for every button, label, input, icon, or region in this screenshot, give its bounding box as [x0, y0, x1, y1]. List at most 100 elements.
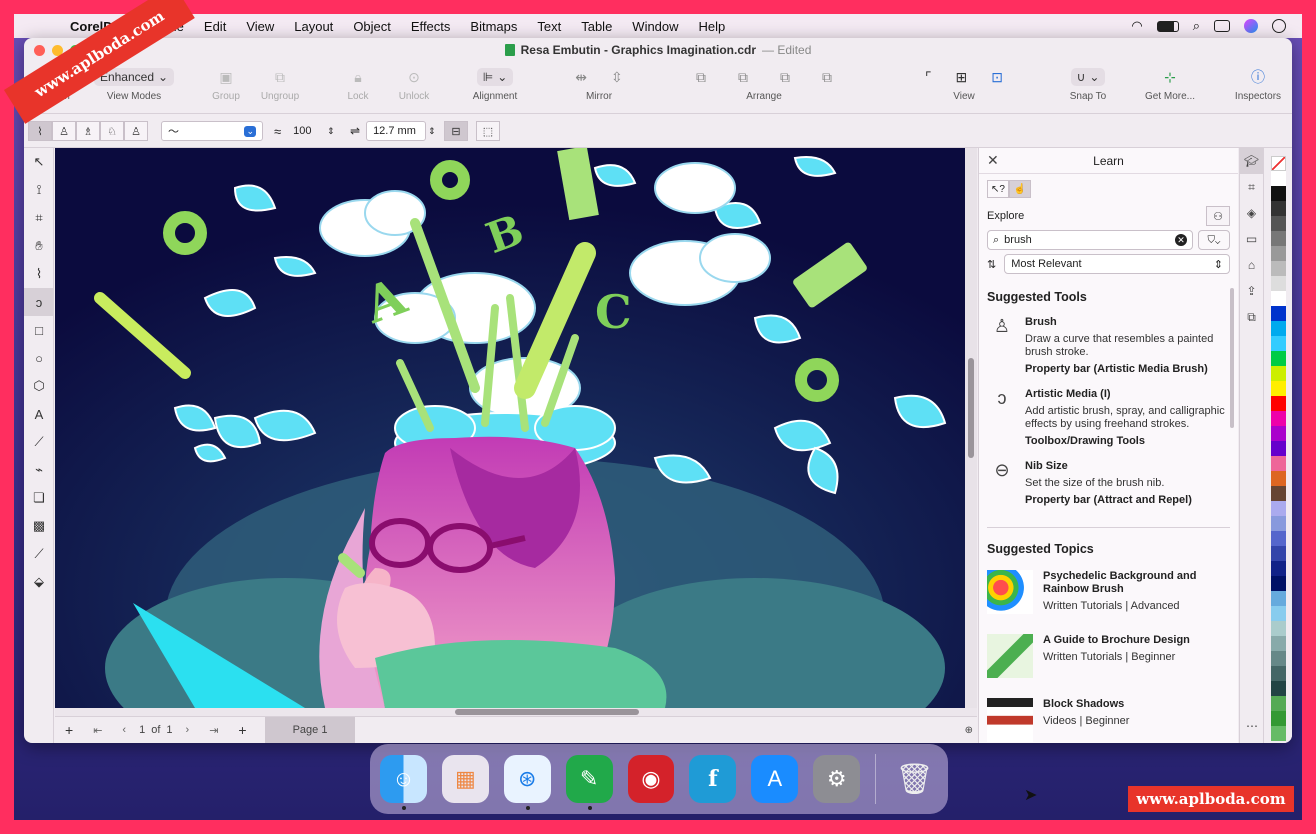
spotlight-search-icon[interactable]: ⌕ — [1193, 18, 1200, 34]
color-swatch[interactable] — [1271, 231, 1286, 246]
scale-with-object-icon[interactable]: ⊟ — [444, 121, 468, 141]
menu-text[interactable]: Text — [527, 19, 571, 34]
connector-tool-icon[interactable]: ⌁ — [24, 456, 54, 484]
color-swatch[interactable] — [1271, 681, 1286, 696]
crop-tool-icon[interactable]: ⌗ — [24, 204, 54, 232]
clock-icon[interactable] — [1272, 19, 1286, 33]
drop-shadow-tool-icon[interactable]: ❏ — [24, 484, 54, 512]
last-page-icon[interactable]: ⇥ — [199, 724, 228, 737]
nib-width-input[interactable]: 12.7 mm — [366, 121, 427, 141]
sprayer-mode-icon[interactable]: ♗ — [76, 121, 100, 141]
inspectors-button[interactable]: ⓘ Inspectors — [1230, 66, 1286, 102]
mirror-horizontal-icon[interactable]: ⇹ — [575, 69, 587, 86]
control-center-icon[interactable] — [1214, 20, 1230, 32]
color-swatch[interactable] — [1271, 456, 1286, 471]
color-swatch[interactable] — [1271, 201, 1286, 216]
smoothing-input[interactable]: 100 — [287, 121, 327, 141]
color-swatch[interactable] — [1271, 306, 1286, 321]
grid-icon[interactable]: ⊞ — [956, 69, 968, 86]
back-one-icon[interactable]: ⧉ — [780, 69, 790, 86]
comments-tab-icon[interactable]: ▭ — [1240, 226, 1263, 252]
filter-dropdown[interactable]: ⛉⌄ — [1198, 230, 1230, 250]
system-preferences-icon[interactable]: ⚙ — [813, 755, 861, 803]
color-swatch[interactable] — [1271, 576, 1286, 591]
menu-edit[interactable]: Edit — [194, 19, 236, 34]
expression-mode-icon[interactable]: ♙ — [124, 121, 148, 141]
calligraphic-mode-icon[interactable]: ♘ — [100, 121, 124, 141]
safari-icon[interactable]: ⊛ — [503, 755, 551, 810]
color-swatch[interactable] — [1271, 561, 1286, 576]
explore-mode-icon[interactable]: ☝ — [1009, 180, 1031, 198]
color-swatch[interactable] — [1271, 396, 1286, 411]
sort-select[interactable]: Most Relevant ⇕ — [1004, 254, 1230, 274]
scroll-thumb[interactable] — [968, 358, 974, 458]
color-swatch[interactable] — [1271, 606, 1286, 621]
menu-table[interactable]: Table — [571, 19, 622, 34]
color-swatch[interactable] — [1271, 246, 1286, 261]
next-page-icon[interactable]: › — [176, 724, 200, 736]
color-swatch[interactable] — [1271, 291, 1286, 306]
color-swatch[interactable] — [1271, 336, 1286, 351]
layers-tab-icon[interactable]: ◈ — [1240, 200, 1263, 226]
color-swatch[interactable] — [1271, 411, 1286, 426]
menu-bitmaps[interactable]: Bitmaps — [460, 19, 527, 34]
close-icon[interactable]: ✕ — [987, 152, 999, 169]
page-tab-1[interactable]: Page 1 — [264, 716, 356, 743]
tags-tab-icon[interactable]: ⌂ — [1240, 252, 1263, 278]
unlock-button[interactable]: ⊙ Unlock — [394, 66, 434, 103]
get-more-button[interactable]: ⊹ Get More... — [1142, 66, 1198, 103]
color-swatch[interactable] — [1271, 516, 1286, 531]
color-swatch[interactable] — [1271, 546, 1286, 561]
color-swatch[interactable] — [1271, 471, 1286, 486]
snap-to-group[interactable]: ∪ ⌄ Snap To — [1064, 66, 1112, 102]
color-swatch[interactable] — [1271, 636, 1286, 651]
learn-tab-icon[interactable]: 🎓︎ — [1240, 148, 1263, 174]
clear-search-icon[interactable]: ✕ — [1175, 234, 1187, 246]
suggested-tool-item[interactable]: ⊖ Nib Size Set the size of the brush nib… — [979, 456, 1238, 515]
preset-mode-icon[interactable]: ⌇ — [28, 121, 52, 141]
account-icon[interactable]: ⚇ — [1206, 206, 1230, 226]
launchpad-icon[interactable]: ▦ — [441, 755, 489, 803]
suggested-topic-item[interactable]: Psychedelic Background and Rainbow Brush… — [979, 564, 1238, 628]
first-page-icon[interactable]: ⇤ — [83, 724, 112, 737]
color-swatch[interactable] — [1271, 711, 1286, 726]
more-options-icon[interactable]: ⋯ — [1240, 713, 1264, 739]
close-window-button[interactable] — [34, 45, 45, 56]
suggested-topic-item[interactable]: Block Shadows Videos | Beginner — [979, 692, 1238, 743]
rectangle-tool-icon[interactable]: □ — [24, 316, 54, 344]
stepper-icon[interactable]: ⇕ — [428, 126, 436, 137]
coreldraw-icon[interactable]: ✎ — [565, 755, 613, 810]
color-swatch[interactable] — [1271, 486, 1286, 501]
suggested-tool-item[interactable]: ↄ Artistic Media (I) Add artistic brush,… — [979, 384, 1238, 456]
color-swatch[interactable] — [1271, 171, 1286, 186]
scroll-thumb[interactable] — [455, 709, 639, 715]
font-app-icon[interactable]: f — [689, 755, 737, 803]
siri-icon[interactable] — [1244, 19, 1258, 33]
freehand-tool-icon[interactable]: ⌇ — [24, 260, 54, 288]
line-tool-icon[interactable]: ⟋ — [24, 428, 54, 456]
drawing-canvas[interactable]: A B C — [55, 148, 965, 708]
learn-search-input[interactable]: ⌕ brush ✕ — [987, 230, 1193, 250]
wifi-icon[interactable]: ◠ — [1131, 18, 1142, 34]
to-back-icon[interactable]: ⧉ — [822, 69, 832, 86]
color-swatch[interactable] — [1271, 696, 1286, 711]
ungroup-button[interactable]: ⧉ Ungroup — [258, 66, 302, 103]
assets-tab-icon[interactable]: ⧉ — [1240, 304, 1263, 330]
canvas-vertical-scrollbar[interactable] — [965, 148, 977, 708]
color-swatch[interactable] — [1271, 381, 1286, 396]
battery-icon[interactable] — [1156, 20, 1179, 32]
menu-object[interactable]: Object — [343, 19, 401, 34]
bounding-box-icon[interactable]: ⬚ — [476, 121, 500, 141]
color-swatch[interactable] — [1271, 666, 1286, 681]
pick-tool-icon[interactable]: ↖ — [24, 148, 54, 176]
lock-button[interactable]: 🔒︎ Lock — [342, 66, 374, 103]
text-tool-icon[interactable]: A — [24, 400, 54, 428]
no-color-swatch[interactable] — [1271, 156, 1286, 171]
menu-view[interactable]: View — [236, 19, 284, 34]
alignment-dropdown[interactable]: ⊫ ⌄ — [476, 68, 514, 86]
rulers-icon[interactable]: ⌜ — [925, 69, 932, 86]
guidelines-icon[interactable]: ⊡ — [991, 69, 1003, 86]
color-swatch[interactable] — [1271, 726, 1286, 741]
finder-icon[interactable]: ☺ — [380, 755, 427, 810]
transform-tab-icon[interactable]: ⌗ — [1240, 174, 1263, 200]
